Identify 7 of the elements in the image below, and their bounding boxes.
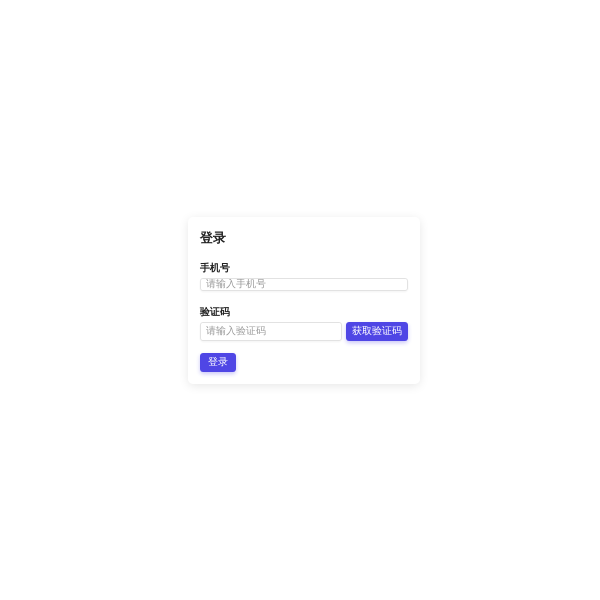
phone-input[interactable]: 请输入手机号 — [200, 278, 408, 290]
phone-label: 手机号 — [200, 262, 231, 274]
login-button[interactable]: 登录 — [200, 352, 236, 372]
code-input[interactable]: 请输入验证码 — [200, 322, 342, 340]
code-label: 验证码 — [200, 306, 231, 318]
login-title: 登录 — [200, 230, 227, 246]
get-code-button[interactable]: 获取验证码 — [346, 322, 408, 340]
